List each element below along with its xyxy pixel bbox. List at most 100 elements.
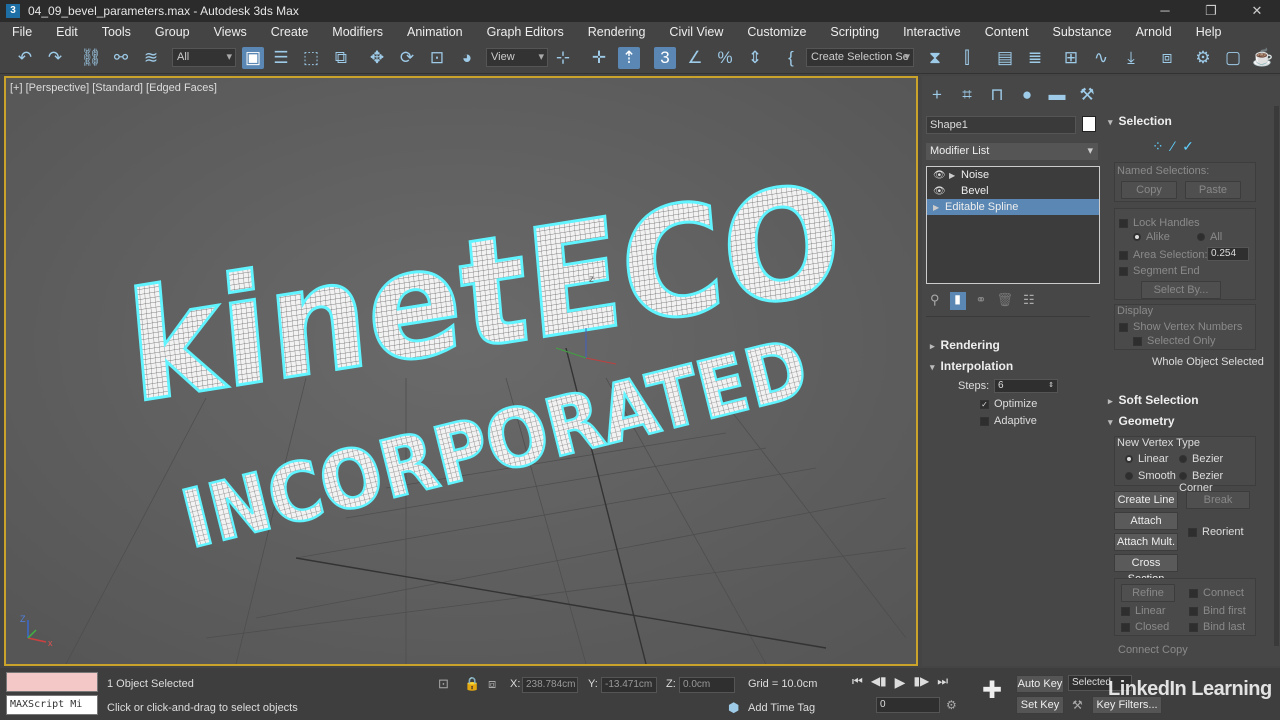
isolate-selection-icon[interactable]: ⊡ (438, 676, 449, 692)
select-by-name-icon[interactable]: ☰ (270, 47, 292, 69)
menu-substance[interactable]: Substance (1041, 25, 1124, 39)
manipulate-icon[interactable]: ✛ (588, 47, 610, 69)
x-coordinate-field[interactable]: 238.784cm (522, 677, 578, 693)
selected-only-checkbox[interactable]: Selected Only (1147, 335, 1215, 347)
link-icon[interactable]: ⛓ (80, 47, 102, 69)
align-icon[interactable]: ⫿ (956, 47, 978, 69)
move-icon[interactable]: ✥ (366, 47, 388, 69)
set-key-button[interactable]: Set Key (1016, 696, 1064, 714)
z-coordinate-field[interactable]: 0.0cm (679, 677, 735, 693)
unlink-icon[interactable]: ⚯ (110, 47, 132, 69)
create-tab-icon[interactable]: + (926, 84, 948, 106)
bind-last-checkbox[interactable]: Bind last (1203, 621, 1245, 633)
remove-modifier-icon[interactable]: 🗑 (996, 292, 1013, 312)
area-selection-checkbox[interactable]: Area Selection: (1133, 249, 1208, 261)
display-tab-icon[interactable]: ▬ (1046, 84, 1068, 106)
segment-icon[interactable]: ⁄ (1172, 138, 1182, 154)
rendering-rollout[interactable]: ▸ Rendering (930, 338, 1000, 352)
geometry-rollout[interactable]: ▾ Geometry (1108, 414, 1175, 428)
menu-views[interactable]: Views (202, 25, 259, 39)
expand-arrow-icon[interactable]: ▶ (949, 171, 961, 180)
placement-icon[interactable]: ◕ (456, 47, 478, 69)
reference-coordinate-dropdown[interactable]: View (486, 48, 548, 67)
pin-stack-icon[interactable]: ⚲ (930, 292, 940, 312)
absolute-mode-icon[interactable]: ⧈ (488, 676, 496, 692)
viewport-label[interactable]: [+] [Perspective] [Standard] [Edged Face… (10, 82, 217, 94)
y-coordinate-field[interactable]: -13.471cm (601, 677, 657, 693)
menu-help[interactable]: Help (1184, 25, 1234, 39)
restore-button[interactable]: ❐ (1188, 0, 1234, 22)
minimize-button[interactable]: ─ (1142, 0, 1188, 22)
render-production-icon[interactable]: ☕ (1252, 47, 1274, 69)
copy-button[interactable]: Copy (1121, 181, 1177, 199)
attach-button[interactable]: Attach (1114, 512, 1178, 530)
show-vertex-numbers-checkbox[interactable]: Show Vertex Numbers (1133, 321, 1242, 333)
eye-icon[interactable]: 👁 (933, 186, 949, 197)
modifier-stack-item[interactable]: ▶ Editable Spline (927, 199, 1099, 215)
undo-icon[interactable]: ↶ (14, 47, 36, 69)
object-color-swatch[interactable] (1082, 116, 1096, 132)
subobject-level-icons[interactable]: ⁘⁄✓ (1152, 138, 1202, 155)
bind-first-checkbox[interactable]: Bind first (1203, 605, 1246, 617)
make-unique-icon[interactable]: ⚭ (976, 292, 987, 312)
menu-arnold[interactable]: Arnold (1124, 25, 1184, 39)
optimize-checkbox[interactable]: ✓ Optimize (980, 398, 1037, 410)
panel-scrollbar[interactable] (1274, 106, 1279, 646)
cross-section-button[interactable]: Cross Section (1114, 554, 1178, 585)
edit-named-selection-icon[interactable]: { (780, 47, 802, 69)
steps-spinner[interactable]: 6 ⇕ (994, 379, 1058, 393)
curve-editor-icon[interactable]: ∿ (1090, 47, 1112, 69)
menu-group[interactable]: Group (143, 25, 202, 39)
smooth-radio[interactable]: Smooth (1138, 470, 1176, 482)
linear-radio[interactable]: Linear (1138, 453, 1169, 465)
play-icon[interactable]: ▶ (895, 674, 906, 691)
bind-space-warp-icon[interactable]: ≋ (140, 47, 162, 69)
set-key-plus-icon[interactable]: ✚ (982, 676, 1006, 706)
next-frame-icon[interactable]: ▮▶ (913, 674, 929, 691)
current-frame-field[interactable]: 0 (876, 697, 940, 713)
add-time-tag-button[interactable]: Add Time Tag (748, 702, 815, 714)
pivot-center-icon[interactable]: ⊹ (552, 47, 574, 69)
refine-button[interactable]: Refine (1121, 584, 1175, 602)
soft-selection-rollout[interactable]: ▸ Soft Selection (1108, 393, 1199, 407)
scale-icon[interactable]: ⊡ (426, 47, 448, 69)
schematic-view-icon[interactable]: ⧈ (1156, 47, 1178, 69)
hierarchy-tab-icon[interactable]: ⊓ (986, 84, 1008, 106)
modifier-stack-item[interactable]: 👁 Bevel (927, 183, 1099, 199)
mirror-icon[interactable]: ⧗ (924, 47, 946, 69)
rectangular-selection-icon[interactable]: ⬚ (300, 47, 322, 69)
area-selection-spinner[interactable]: 0.254 (1207, 247, 1249, 261)
snaps-toggle-icon[interactable]: 3 (654, 47, 676, 69)
layer-explorer-icon[interactable]: ≣ (1024, 47, 1046, 69)
menu-animation[interactable]: Animation (395, 25, 475, 39)
create-line-button[interactable]: Create Line (1114, 491, 1178, 509)
perspective-viewport[interactable]: [+] [Perspective] [Standard] [Edged Face… (4, 76, 918, 666)
keyboard-shortcut-override-icon[interactable]: ⇡ (618, 47, 640, 69)
menu-civil-view[interactable]: Civil View (657, 25, 735, 39)
interpolation-rollout[interactable]: ▾ Interpolation (930, 359, 1013, 373)
menu-tools[interactable]: Tools (90, 25, 143, 39)
spinner-snap-icon[interactable]: ⇕ (744, 47, 766, 69)
refine-linear-checkbox[interactable]: Linear (1135, 605, 1166, 617)
all-radio[interactable]: All (1210, 231, 1222, 243)
redo-icon[interactable]: ↷ (44, 47, 66, 69)
object-name-field[interactable]: Shape1 (926, 116, 1076, 134)
percent-snap-icon[interactable]: % (714, 47, 736, 69)
motion-tab-icon[interactable]: ● (1016, 84, 1038, 106)
modifier-stack-item[interactable]: 👁 ▶ Noise (927, 167, 1099, 183)
menu-edit[interactable]: Edit (44, 25, 90, 39)
go-to-start-icon[interactable]: ⏮ (852, 674, 863, 691)
time-configuration-icon[interactable]: ⚙ (946, 698, 957, 712)
break-button[interactable]: Break (1186, 491, 1250, 509)
menu-create[interactable]: Create (259, 25, 321, 39)
selection-filter-dropdown[interactable]: All (172, 48, 236, 67)
eye-icon[interactable]: 👁 (933, 170, 949, 181)
selection-lock-icon[interactable]: 🔒 (464, 676, 480, 692)
menu-modifiers[interactable]: Modifiers (320, 25, 395, 39)
adaptive-checkbox[interactable]: Adaptive (980, 415, 1037, 427)
dope-sheet-icon[interactable]: ⤓ (1120, 47, 1142, 69)
configure-modifier-sets-icon[interactable]: ☷ (1023, 292, 1035, 312)
window-crossing-icon[interactable]: ⧉ (330, 47, 352, 69)
rendered-frame-window-icon[interactable]: ▢ (1222, 47, 1244, 69)
utilities-tab-icon[interactable]: ⚒ (1076, 84, 1098, 106)
